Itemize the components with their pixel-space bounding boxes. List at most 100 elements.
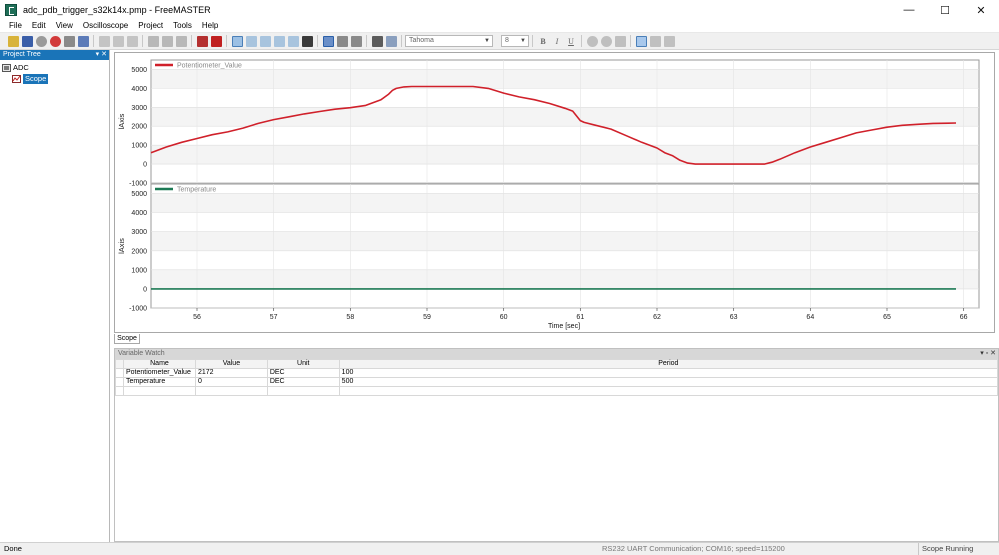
font-name-select[interactable]: Tahoma ▼ — [405, 35, 493, 47]
table-row-empty[interactable] — [115, 386, 999, 396]
y-tick-label: 5000 — [131, 67, 147, 74]
tree-item-adc[interactable]: ADC — [2, 62, 29, 73]
underline-button[interactable]: U — [566, 36, 577, 47]
text-color-icon[interactable] — [614, 35, 626, 47]
watch-grid-icon[interactable] — [196, 35, 208, 47]
toolbar-separator — [532, 35, 533, 47]
column-header-name[interactable]: Name — [122, 359, 196, 369]
zoom-fit-icon[interactable] — [273, 35, 285, 47]
align-right-icon[interactable] — [663, 35, 675, 47]
move-down-icon[interactable] — [350, 35, 362, 47]
oscilloscope-chart[interactable]: 5000 4000 3000 2000 1000 0 -1000 lAxis Potentiom… — [114, 52, 995, 333]
properties-icon[interactable] — [77, 35, 89, 47]
move-up-icon[interactable] — [336, 35, 348, 47]
print-icon[interactable] — [371, 35, 383, 47]
zoom-select-icon[interactable] — [231, 35, 243, 47]
x-tick-label: 66 — [960, 314, 968, 321]
record-icon[interactable] — [49, 35, 61, 47]
oscilloscope-svg: 5000 4000 3000 2000 1000 0 -1000 lAxis Potentiom… — [117, 59, 980, 330]
column-header-value[interactable]: Value — [194, 359, 268, 369]
y-tick-label: 1000 — [131, 143, 147, 150]
y-tick-label: 4000 — [131, 86, 147, 93]
project-tree-title: Project Tree — [3, 51, 41, 58]
chevron-down-icon: ▼ — [520, 38, 526, 44]
column-header-unit[interactable]: Unit — [266, 359, 340, 369]
table-header-row: Name Value Unit Period — [115, 359, 999, 369]
forward-arrow-icon[interactable] — [161, 35, 173, 47]
font-size-value: 8 — [505, 37, 509, 44]
home-icon[interactable] — [175, 35, 187, 47]
column-header-period[interactable]: Period — [338, 359, 999, 369]
y-tick-label: 4000 — [131, 210, 147, 217]
cell-period: 100 — [338, 368, 999, 378]
align-center-icon[interactable] — [649, 35, 661, 47]
menu-project[interactable]: Project — [133, 20, 168, 32]
oscilloscope-icon[interactable] — [210, 35, 222, 47]
row-selector[interactable] — [115, 368, 124, 378]
table-row[interactable]: Potentiometer_Value 2172 DEC 100 — [115, 368, 999, 378]
toolbar-separator — [366, 35, 367, 47]
menu-file[interactable]: File — [4, 20, 27, 32]
menu-edit[interactable]: Edit — [27, 20, 51, 32]
y-tick-label: 2000 — [131, 124, 147, 131]
panel-pin-close-icons[interactable]: ▾ ▫ ✕ — [980, 349, 996, 359]
grid-view-icon[interactable] — [322, 35, 334, 47]
tab-scope[interactable]: Scope — [114, 334, 140, 344]
paste-icon[interactable] — [126, 35, 138, 47]
menu-tools[interactable]: Tools — [168, 20, 197, 32]
y-axis-label: lAxis — [117, 113, 126, 129]
cell-period: 500 — [338, 377, 999, 387]
x-tick-label: 59 — [423, 314, 431, 321]
row-selector[interactable] — [115, 377, 124, 387]
bold-button[interactable]: B — [538, 36, 549, 47]
connection-status: RS232 UART Communication; COM16; speed=1… — [602, 544, 785, 553]
zoom-x-icon[interactable] — [245, 35, 257, 47]
copy-icon[interactable] — [112, 35, 124, 47]
font-size-select[interactable]: 8 ▼ — [501, 35, 529, 47]
menu-view[interactable]: View — [51, 20, 78, 32]
menu-help[interactable]: Help — [197, 20, 223, 32]
x-tick-label: 63 — [730, 314, 738, 321]
grid-band — [152, 107, 978, 127]
menu-oscilloscope[interactable]: Oscilloscope — [78, 20, 133, 32]
toolbar-separator — [401, 35, 402, 47]
status-bar: Done RS232 UART Communication; COM16; sp… — [0, 542, 999, 555]
open-project-icon[interactable] — [7, 35, 19, 47]
maximize-button[interactable]: ☐ — [927, 0, 963, 20]
minimize-button[interactable]: — — [891, 0, 927, 20]
back-arrow-icon[interactable] — [147, 35, 159, 47]
row-selector[interactable] — [115, 386, 124, 396]
toolbar-separator — [93, 35, 94, 47]
project-icon — [2, 63, 11, 72]
y-tick-label: 5000 — [131, 191, 147, 198]
italic-button[interactable]: I — [552, 36, 563, 47]
legend-label: Potentiometer_Value — [177, 63, 242, 70]
freeze-icon[interactable] — [301, 35, 313, 47]
panel-pin-close-icons[interactable]: ▾ ✕ — [96, 50, 107, 60]
cursor-icon[interactable] — [287, 35, 299, 47]
save-project-icon[interactable] — [21, 35, 33, 47]
zoom-y-icon[interactable] — [259, 35, 271, 47]
cell-unit: DEC — [266, 368, 340, 378]
toolbar-separator — [581, 35, 582, 47]
connect-icon[interactable] — [63, 35, 75, 47]
variable-watch-header: Variable Watch ▾ ▫ ✕ — [115, 349, 998, 359]
x-tick-label: 60 — [500, 314, 508, 321]
chevron-down-icon: ▼ — [484, 38, 490, 44]
plot-temperature: 5000 4000 3000 2000 1000 0 -1000 lAxis Temperatu… — [117, 183, 980, 313]
color-picker-icon[interactable] — [586, 35, 598, 47]
x-tick-label: 64 — [806, 314, 814, 321]
y-tick-label: 0 — [143, 286, 147, 293]
status-text: Done — [4, 544, 22, 553]
align-left-icon[interactable] — [635, 35, 647, 47]
help-icon[interactable] — [385, 35, 397, 47]
table-row[interactable]: Temperature 0 DEC 500 — [115, 377, 999, 387]
scope-status: Scope Running — [918, 543, 999, 555]
x-tick-label: 61 — [576, 314, 584, 321]
tree-item-scope[interactable]: Scope — [12, 73, 49, 84]
stop-comm-icon[interactable] — [35, 35, 47, 47]
x-tick-label: 56 — [193, 314, 201, 321]
cut-icon[interactable] — [98, 35, 110, 47]
close-button[interactable]: ✕ — [963, 0, 999, 20]
background-color-icon[interactable] — [600, 35, 612, 47]
